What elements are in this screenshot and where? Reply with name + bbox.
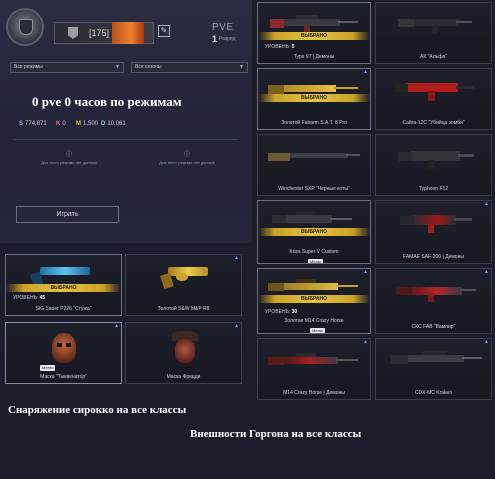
mask-face — [175, 339, 195, 363]
modes-select[interactable]: Все режимы ▼ — [10, 62, 124, 73]
star-icon: ▲ — [363, 339, 368, 345]
item-card[interactable]: ▲ Золотой S&W M&P R8 — [125, 254, 242, 316]
item-name: Маска Фредди — [166, 374, 201, 380]
item-card[interactable]: Winchester SXP "Черные коты" — [257, 134, 371, 196]
rank-value: [175] — [88, 28, 110, 38]
currency-crowns: S 774,871 — [19, 121, 47, 127]
no-data-left: ⓘ Для этого режима нет данных — [14, 149, 124, 165]
item-name: SIG Sauer P226 "Стужа" — [35, 306, 92, 312]
chevron-down-icon: ▼ — [239, 64, 244, 70]
item-card[interactable]: ▲ СКС FAB "Вампир" — [375, 268, 492, 334]
currency-money: M 1,500 — [76, 121, 99, 127]
item-card[interactable]: ВЫБРАНО Меню Kriss Super V Custom — [257, 200, 371, 264]
item-card[interactable]: ▲ Меню Маска "Тыквенатор" — [5, 322, 122, 384]
profile-panel: [175] ✎ PVE 1 Разряд Все режимы ▼ Все се… — [0, 0, 252, 243]
no-data-text: Для этого режима нет данных — [41, 160, 97, 165]
chosen-badge: ВЫБРАНО — [258, 94, 370, 102]
item-name: Маска "Тыквенатор" — [40, 374, 87, 380]
star-icon: ▲ — [234, 323, 239, 329]
star-icon: ▲ — [484, 339, 489, 345]
item-name: CDX-MC Kraken — [414, 390, 453, 396]
modes-select-value: Все режимы — [14, 64, 43, 70]
info-icon: ⓘ — [183, 152, 190, 158]
info-icon: ⓘ — [65, 152, 72, 158]
item-card[interactable]: Сайга-12С "Убийца зомби" — [375, 68, 492, 130]
item-level: УРОВЕНЬ: 45 — [13, 295, 46, 301]
item-card[interactable]: Typhoon F12 — [375, 134, 492, 196]
stats-heading: 0 pve 0 часов по режимам — [32, 94, 182, 109]
mask-eyes — [57, 343, 71, 347]
star-icon: ▲ — [484, 201, 489, 207]
star-icon: ▲ — [363, 269, 368, 275]
chevron-down-icon: ▼ — [115, 64, 120, 70]
item-card[interactable]: ▲ CDX-MC Kraken — [375, 338, 492, 400]
seasons-select-value: Все сезоны — [135, 64, 162, 70]
rank-word: Разряд — [219, 36, 236, 42]
skin-badge: Меню — [310, 328, 325, 333]
item-name: Золотая M14 Crazy Horse — [284, 318, 344, 324]
mask-image — [52, 333, 76, 363]
item-card[interactable]: ▲ Маска Фредди — [125, 322, 242, 384]
item-level: УРОВЕНЬ: 5 — [265, 44, 295, 50]
item-card[interactable]: АК "Альфа" — [375, 2, 492, 64]
chosen-badge: ВЫБРАНО — [258, 32, 370, 40]
star-icon: ▲ — [114, 323, 119, 329]
item-card[interactable]: ▲ ВЫБРАНО УРОВЕНЬ: 30 Золотая M14 Crazy … — [257, 268, 371, 334]
item-name: FAMAE SAF-200 | Демоны — [403, 254, 464, 260]
skin-badge: Меню — [308, 259, 323, 264]
no-data-text: Для этого режима нет данных — [159, 160, 215, 165]
mode-label: PVE — [212, 22, 234, 33]
star-icon: ▲ — [484, 269, 489, 275]
divider — [14, 139, 238, 140]
play-button[interactable]: Играть — [16, 206, 119, 223]
item-name: Сайга-12С "Убийца зомби" — [402, 120, 465, 126]
item-level: УРОВЕНЬ: 30 — [265, 309, 298, 315]
item-name: Winchester SXP "Черные коты" — [278, 186, 350, 192]
item-name: Kriss Super V Custom — [289, 249, 339, 255]
rank-emblem-icon — [6, 8, 44, 46]
caption-skins: Внешности Горгона на все классы — [190, 428, 362, 440]
skin-badge: Меню — [40, 365, 55, 371]
chosen-badge: ВЫБРАНО — [258, 295, 370, 303]
item-card[interactable]: ВЫБРАНО УРОВЕНЬ: 45 SIG Sauer P226 "Стуж… — [5, 254, 122, 316]
caption-equipment: Снаряжение сирокко на все классы — [8, 404, 187, 416]
item-card[interactable]: ▲ M14 Crazy Horse | Демоны — [257, 338, 371, 400]
item-card[interactable]: ▲ ВЫБРАНО Золотой Fabarm S.A.T. 8 Pro — [257, 68, 371, 130]
edit-icon[interactable]: ✎ — [158, 25, 170, 37]
star-icon: ▲ — [234, 255, 239, 261]
item-card[interactable]: ▲ FAMAE SAF-200 | Демоны — [375, 200, 492, 264]
item-name: Золотой S&W M&P R8 — [157, 306, 210, 312]
currency-donate: D 10,061 — [101, 121, 126, 127]
no-data-right: ⓘ Для этого режима нет данных — [132, 149, 242, 165]
chosen-badge: ВЫБРАНО — [6, 284, 121, 292]
item-name: Золотой Fabarm S.A.T. 8 Pro — [281, 120, 347, 126]
rank-number: 1 — [212, 34, 218, 44]
item-card[interactable]: ВЫБРАНО УРОВЕНЬ: 5 Type 97 | Демоны — [257, 2, 371, 64]
item-name: M14 Crazy Horse | Демоны — [283, 390, 345, 396]
item-name: Typhoon F12 — [418, 186, 449, 192]
item-name: Type 97 | Демоны — [293, 54, 335, 60]
item-name: АК "Альфа" — [420, 54, 447, 60]
chosen-badge: ВЫБРАНО — [258, 228, 370, 236]
star-icon: ▲ — [363, 69, 368, 75]
currency-kredits: K0 — [56, 121, 66, 127]
seasons-select[interactable]: Все сезоны ▼ — [131, 62, 248, 73]
item-name: СКС FAB "Вампир" — [411, 324, 456, 330]
